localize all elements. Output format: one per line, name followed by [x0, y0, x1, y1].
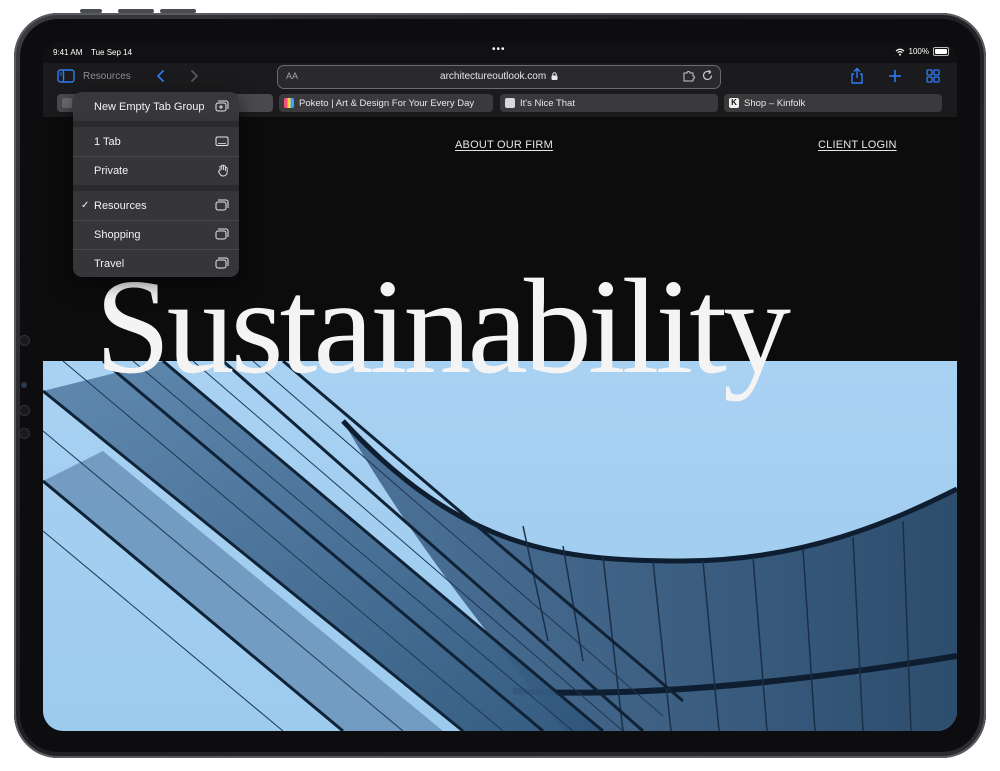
- hand-icon: [217, 164, 229, 180]
- client-login-link[interactable]: CLIENT LOGIN: [818, 139, 897, 151]
- building-illustration: [43, 361, 957, 731]
- tab-overview-grid-icon[interactable]: [925, 67, 941, 85]
- menu-item-private[interactable]: Private: [73, 156, 239, 185]
- ipad-icon: [215, 135, 229, 150]
- close-tab-icon[interactable]: [62, 98, 72, 108]
- multitasking-dots-icon[interactable]: •••: [492, 44, 506, 55]
- checkmark-icon: ✓: [81, 200, 90, 211]
- hero-title: Sustainability: [95, 252, 791, 402]
- extension-puzzle-icon[interactable]: [682, 69, 696, 88]
- address-bar[interactable]: AA architectureoutlook.com: [277, 65, 721, 89]
- new-tab-plus-icon[interactable]: [887, 67, 903, 85]
- tabs-icon: [215, 228, 229, 243]
- url-text: architectureoutlook.com: [278, 71, 720, 82]
- share-icon[interactable]: [849, 66, 865, 86]
- volume-down-button: [160, 9, 196, 13]
- menu-item-label: Resources: [94, 199, 147, 212]
- tab-group-menu: New Empty Tab Group 1 Tab Private ✓ Reso…: [73, 92, 239, 277]
- status-time: 9:41 AM: [53, 48, 83, 57]
- screen: 9:41 AM Tue Sep 14 ••• 100% Resources AA: [43, 41, 957, 731]
- kinfolk-icon: K: [729, 98, 739, 108]
- tab-group-name[interactable]: Resources: [83, 71, 131, 82]
- menu-item-label: Shopping: [94, 228, 141, 241]
- menu-item-label: 1 Tab: [94, 135, 121, 148]
- status-bar: 9:41 AM Tue Sep 14 ••• 100%: [43, 41, 957, 63]
- menu-item-new-empty-tab-group[interactable]: New Empty Tab Group: [73, 92, 239, 121]
- battery-icon: [933, 47, 949, 56]
- url-domain: architectureoutlook.com: [440, 71, 547, 82]
- status-right: 100%: [895, 47, 949, 56]
- tabs-icon: [215, 257, 229, 272]
- poketo-icon: [284, 98, 294, 108]
- volume-up-button: [118, 9, 154, 13]
- tab-title: Shop – Kinfolk: [744, 97, 806, 109]
- magnetic-connector: [19, 335, 30, 346]
- menu-item-label: Travel: [94, 257, 125, 270]
- hero-building-image: [43, 361, 957, 731]
- tabs-icon: [215, 199, 229, 214]
- tab-title: It's Nice That: [520, 97, 575, 109]
- magnetic-connector: [19, 405, 30, 416]
- camera-icon: [21, 382, 27, 388]
- tab-poketo[interactable]: Poketo | Art & Design For Your Every Day: [279, 94, 493, 112]
- tab-title: Poketo | Art & Design For Your Every Day: [299, 97, 475, 109]
- new-tab-group-icon: [215, 100, 229, 115]
- back-icon[interactable]: [153, 68, 167, 84]
- battery-percent: 100%: [908, 47, 929, 56]
- menu-item-resources[interactable]: ✓ Resources: [73, 191, 239, 220]
- sidebar-icon[interactable]: [57, 68, 75, 84]
- menu-item-1-tab[interactable]: 1 Tab: [73, 127, 239, 156]
- about-our-firm-link[interactable]: ABOUT OUR FIRM: [455, 139, 553, 151]
- tab-kinfolk[interactable]: K Shop – Kinfolk: [724, 94, 942, 112]
- status-date: Tue Sep 14: [91, 48, 133, 57]
- wifi-icon: [895, 48, 904, 56]
- menu-item-travel[interactable]: Travel: [73, 249, 239, 277]
- itsnicethat-icon: [505, 98, 515, 108]
- reload-icon[interactable]: [701, 69, 714, 87]
- safari-toolbar: Resources AA architectureoutlook.com: [43, 63, 957, 93]
- forward-icon[interactable]: [187, 68, 201, 84]
- tab-itsnicethat[interactable]: It's Nice That: [500, 94, 718, 112]
- magnetic-connector: [19, 428, 30, 439]
- top-button: [80, 9, 102, 13]
- menu-item-shopping[interactable]: Shopping: [73, 220, 239, 249]
- menu-item-label: Private: [94, 164, 129, 177]
- menu-item-label: New Empty Tab Group: [94, 100, 205, 113]
- lock-icon: [551, 72, 558, 80]
